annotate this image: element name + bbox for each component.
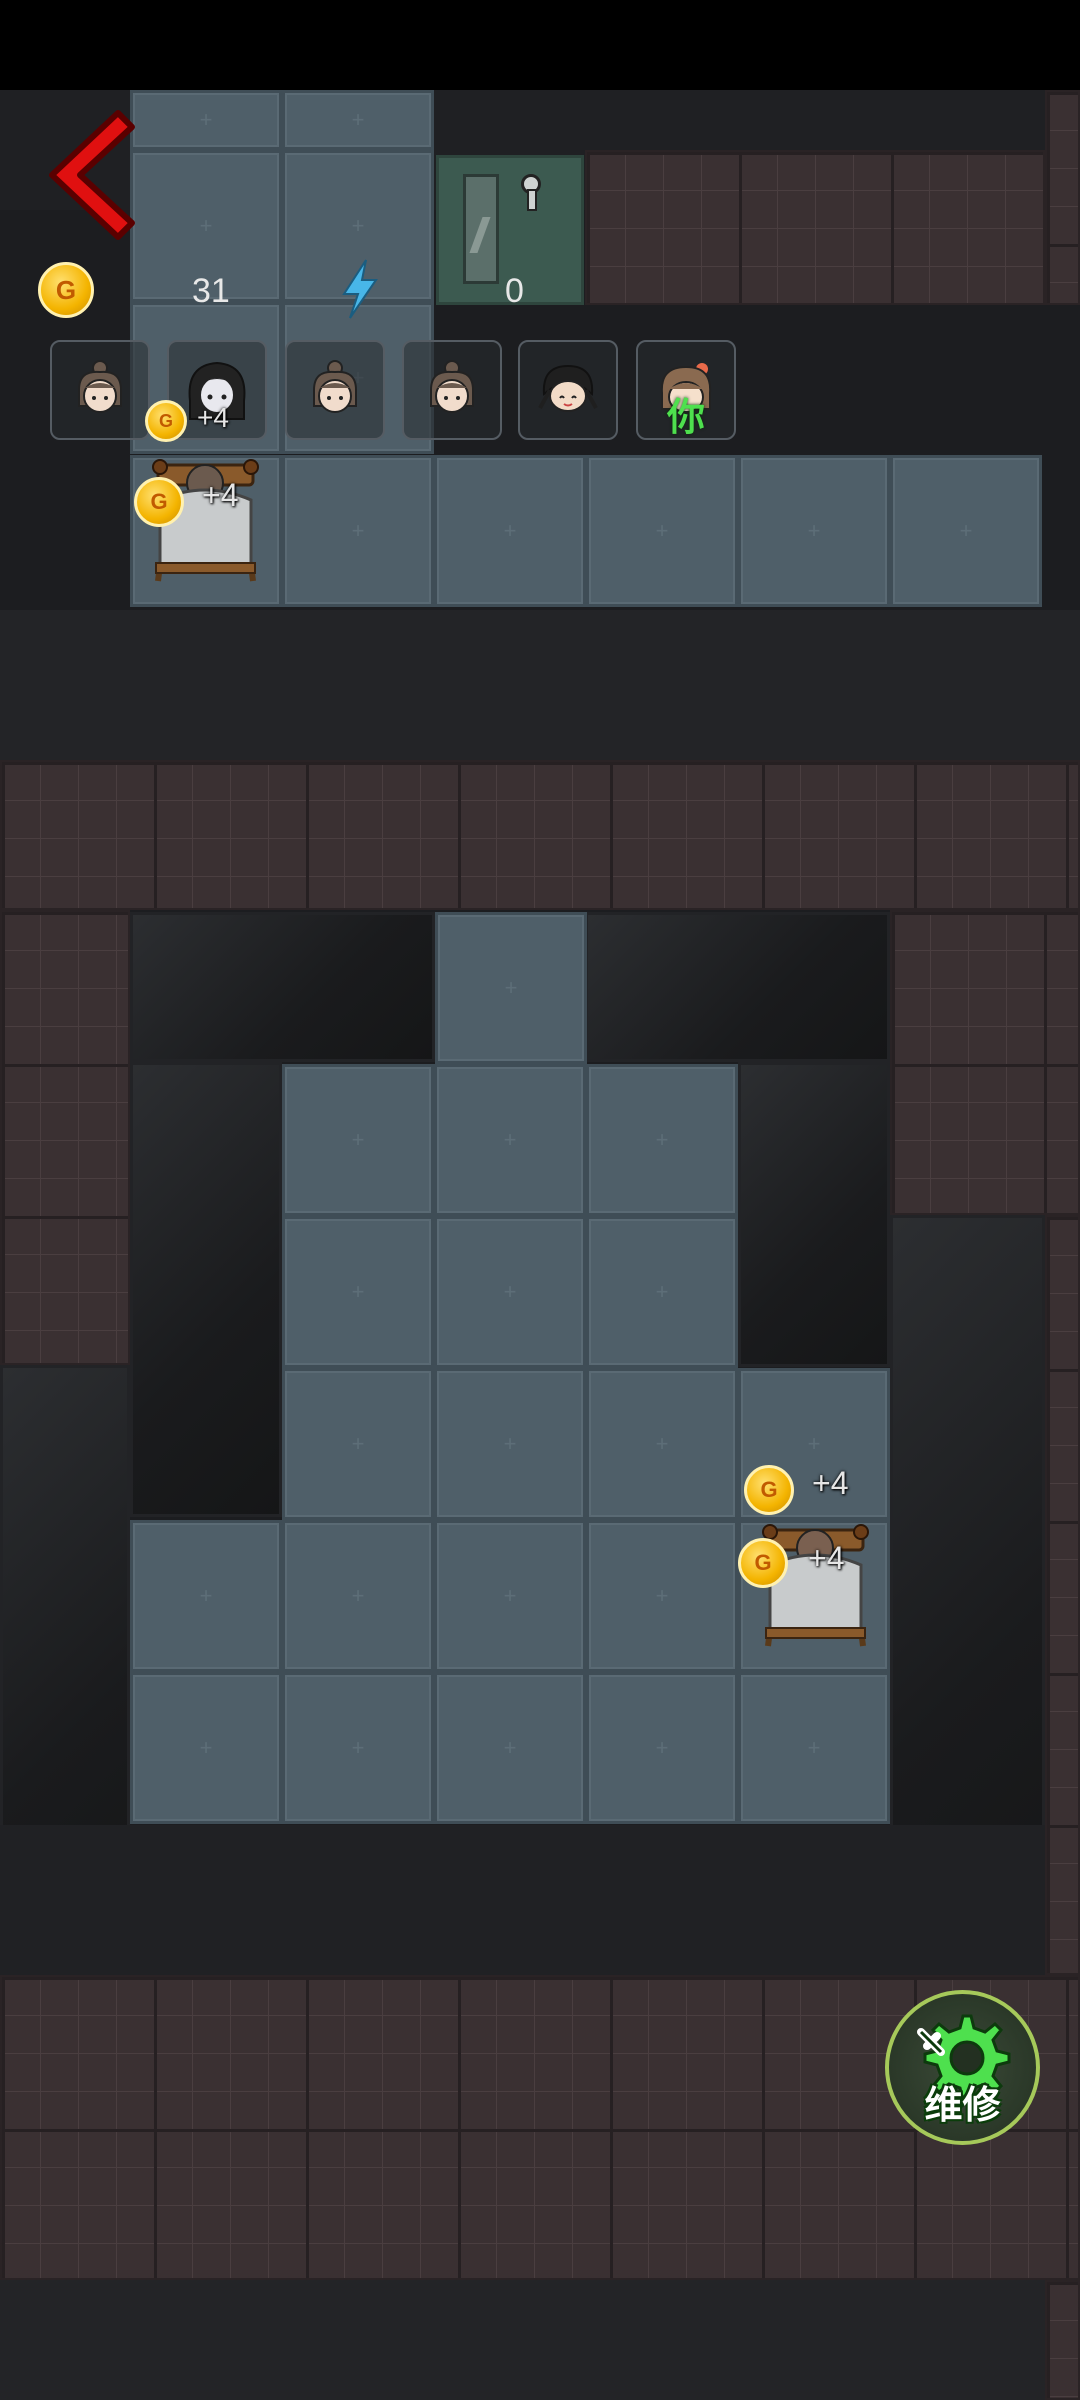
avatar-icon	[313, 360, 357, 413]
back-arrow-icon[interactable]	[40, 105, 140, 245]
floor-tile	[586, 1368, 738, 1520]
dark-corridor	[0, 2280, 1045, 2400]
floor-tile	[434, 1216, 586, 1368]
pit	[585, 912, 890, 1062]
floor-tile	[434, 1368, 586, 1520]
brick-wall	[0, 910, 130, 1365]
repair-label: 维修	[924, 2085, 1001, 2127]
floor-tile	[738, 1672, 890, 1824]
floor-tile	[282, 1368, 434, 1520]
floor-tile	[282, 1520, 434, 1672]
gold-coin-icon: G	[145, 400, 187, 442]
floor-tile	[435, 912, 587, 1064]
gold-coin-icon: G	[38, 262, 94, 318]
floor-tile	[586, 1672, 738, 1824]
floor-tile	[890, 455, 1042, 607]
floor-tile	[434, 455, 586, 607]
floor-tile	[130, 1672, 282, 1824]
floor-tile	[586, 1216, 738, 1368]
floor-tile	[282, 1064, 434, 1216]
gold-coin-icon: G	[738, 1538, 788, 1588]
pit	[130, 1062, 282, 1517]
repair-button[interactable]: 维修	[885, 1990, 1040, 2145]
roster-badge: +4	[197, 402, 229, 433]
floor-tile	[130, 1520, 282, 1672]
avatar-icon	[538, 364, 598, 412]
gold-coin-icon: G	[134, 477, 184, 527]
floor-tile	[282, 1672, 434, 1824]
roster-girl-bun-2[interactable]	[285, 340, 385, 440]
floor-tile	[586, 1064, 738, 1216]
brick-wall	[0, 760, 1080, 910]
dark-corridor	[0, 1825, 1045, 1975]
lightning-icon	[342, 259, 378, 319]
coin-count: 31	[192, 272, 230, 310]
brick-wall	[1045, 1215, 1080, 1975]
brick-wall	[890, 910, 1080, 1215]
bed-2-gain-bottom: +4	[808, 1540, 845, 1576]
roster-boy-darkhair[interactable]	[518, 340, 618, 440]
floor-tile	[586, 455, 738, 607]
floor-tile	[282, 1216, 434, 1368]
roster-girl-longhair[interactable]: G +4	[145, 340, 267, 442]
door-panel	[463, 174, 499, 284]
player-marker: 你	[666, 397, 705, 439]
roster-girl-bun-3[interactable]	[402, 340, 502, 440]
gold-coin-icon: G	[744, 1465, 794, 1515]
status-bar	[0, 0, 1080, 90]
avatar-icon	[78, 360, 122, 413]
bed-2-gain-top: +4	[812, 1465, 849, 1501]
energy-count: 0	[505, 272, 524, 310]
floor-tile	[434, 1672, 586, 1824]
floor-tile	[434, 1064, 586, 1216]
roster-player[interactable]: 你	[636, 340, 736, 440]
brick-wall	[585, 150, 1045, 305]
floor-tile	[586, 1520, 738, 1672]
floor-tile	[738, 455, 890, 607]
pit	[738, 1062, 890, 1367]
floor-tile	[282, 455, 434, 607]
game-map: G +4 G +4 G +4 G 31 0 G +4	[0, 0, 1080, 2400]
avatar-icon	[430, 360, 474, 413]
floor-tile	[434, 1520, 586, 1672]
bed-1-gain: +4	[202, 477, 239, 513]
brick-wall	[1045, 90, 1080, 305]
pit	[130, 912, 435, 1062]
brick-wall	[1045, 2280, 1080, 2400]
floor-tile	[282, 90, 434, 150]
floor-tile	[130, 90, 282, 150]
dark-corridor	[0, 610, 1080, 760]
door-lock-icon	[521, 174, 541, 211]
roster-girl-bun-1[interactable]	[50, 340, 150, 440]
